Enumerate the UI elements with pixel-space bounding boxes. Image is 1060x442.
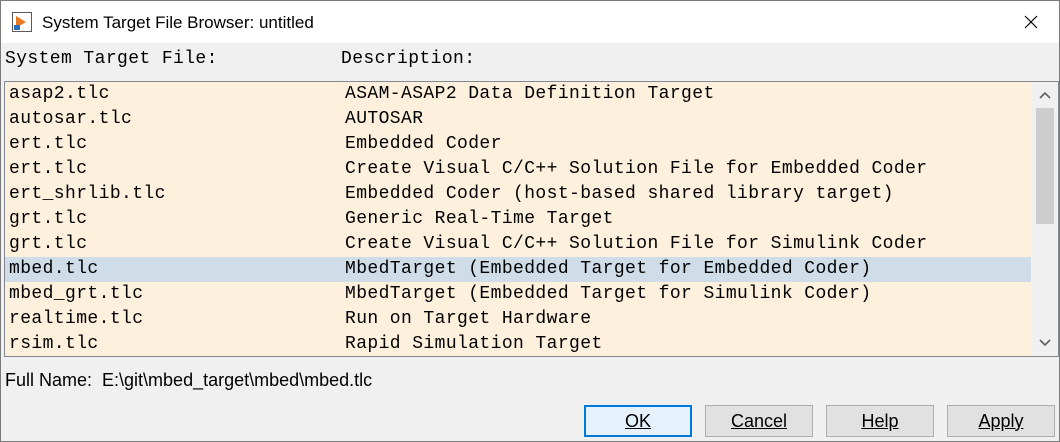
target-description: Rapid Simulation Target: [345, 334, 603, 354]
target-description: Create Visual C/C++ Solution File for Si…: [345, 234, 928, 254]
vertical-scrollbar[interactable]: [1032, 82, 1058, 356]
scroll-thumb[interactable]: [1036, 108, 1054, 224]
help-button[interactable]: Help: [826, 405, 934, 437]
target-file-name: ert.tlc: [9, 159, 88, 179]
list-item[interactable]: mbed.tlc MbedTarget (Embedded Target for …: [5, 257, 1031, 282]
target-description: MbedTarget (Embedded Target for Simulink…: [345, 284, 872, 304]
target-description: Embedded Coder (host-based shared librar…: [345, 184, 894, 204]
cancel-button[interactable]: Cancel: [705, 405, 813, 437]
full-name-label: Full Name:: [5, 370, 93, 390]
target-description: Generic Real-Time Target: [345, 209, 614, 229]
target-description: AUTOSAR: [345, 109, 424, 129]
column-header-file: System Target File:: [5, 49, 218, 69]
apply-button[interactable]: Apply: [947, 405, 1055, 437]
list-item[interactable]: grt.tlc Generic Real-Time Target: [5, 207, 1031, 232]
scroll-down-button[interactable]: [1032, 330, 1058, 356]
target-file-name: grt.tlc: [9, 234, 88, 254]
target-file-name: ert.tlc: [9, 134, 88, 154]
list-item[interactable]: grt.tlc Create Visual C/C++ Solution File…: [5, 232, 1031, 257]
chevron-up-icon: [1039, 91, 1051, 99]
chevron-down-icon: [1039, 339, 1051, 347]
target-file-name: mbed.tlc: [9, 259, 99, 279]
target-file-list[interactable]: asap2.tlc ASAM-ASAP2 Data Definition Targ…: [4, 81, 1059, 357]
target-file-name: asap2.tlc: [9, 84, 110, 104]
target-file-name: mbed_grt.tlc: [9, 284, 144, 304]
list-item[interactable]: asap2.tlc ASAM-ASAP2 Data Definition Targ…: [5, 82, 1031, 107]
list-item[interactable]: rsim.tlc Rapid Simulation Target: [5, 332, 1031, 356]
list-rows: asap2.tlc ASAM-ASAP2 Data Definition Targ…: [5, 82, 1031, 356]
target-file-name: rsim.tlc: [9, 334, 99, 354]
ok-button[interactable]: OK: [584, 405, 692, 437]
target-file-name: autosar.tlc: [9, 109, 133, 129]
title-bar[interactable]: System Target File Browser: untitled: [1, 1, 1059, 43]
dialog-window: System Target File Browser: untitled Sys…: [0, 0, 1060, 442]
list-item[interactable]: mbed_grt.tlc MbedTarget (Embedded Target …: [5, 282, 1031, 307]
target-file-name: ert_shrlib.tlc: [9, 184, 166, 204]
window-title: System Target File Browser: untitled: [42, 13, 314, 32]
list-item[interactable]: ert.tlc Create Visual C/C++ Solution File…: [5, 157, 1031, 182]
target-description: Embedded Coder: [345, 134, 502, 154]
full-name-row: Full Name: E:\git\mbed_target\mbed\mbed.t…: [5, 370, 372, 391]
target-file-name: grt.tlc: [9, 209, 88, 229]
simulink-app-icon: [12, 12, 32, 32]
full-name-value: E:\git\mbed_target\mbed\mbed.tlc: [102, 370, 373, 390]
target-description: Create Visual C/C++ Solution File for Em…: [345, 159, 928, 179]
target-description: ASAM-ASAP2 Data Definition Target: [345, 84, 715, 104]
list-item[interactable]: autosar.tlc AUTOSAR: [5, 107, 1031, 132]
target-description: MbedTarget (Embedded Target for Embedded…: [345, 259, 872, 279]
list-item[interactable]: realtime.tlc Run on Target Hardware: [5, 307, 1031, 332]
target-file-name: realtime.tlc: [9, 309, 144, 329]
close-button[interactable]: [1003, 1, 1059, 43]
column-header-description: Description:: [341, 49, 476, 69]
target-description: Run on Target Hardware: [345, 309, 592, 329]
list-item[interactable]: ert.tlc Embedded Coder: [5, 132, 1031, 157]
scroll-up-button[interactable]: [1032, 82, 1058, 108]
close-icon: [1024, 15, 1038, 29]
list-item[interactable]: ert_shrlib.tlc Embedded Coder (host-based…: [5, 182, 1031, 207]
